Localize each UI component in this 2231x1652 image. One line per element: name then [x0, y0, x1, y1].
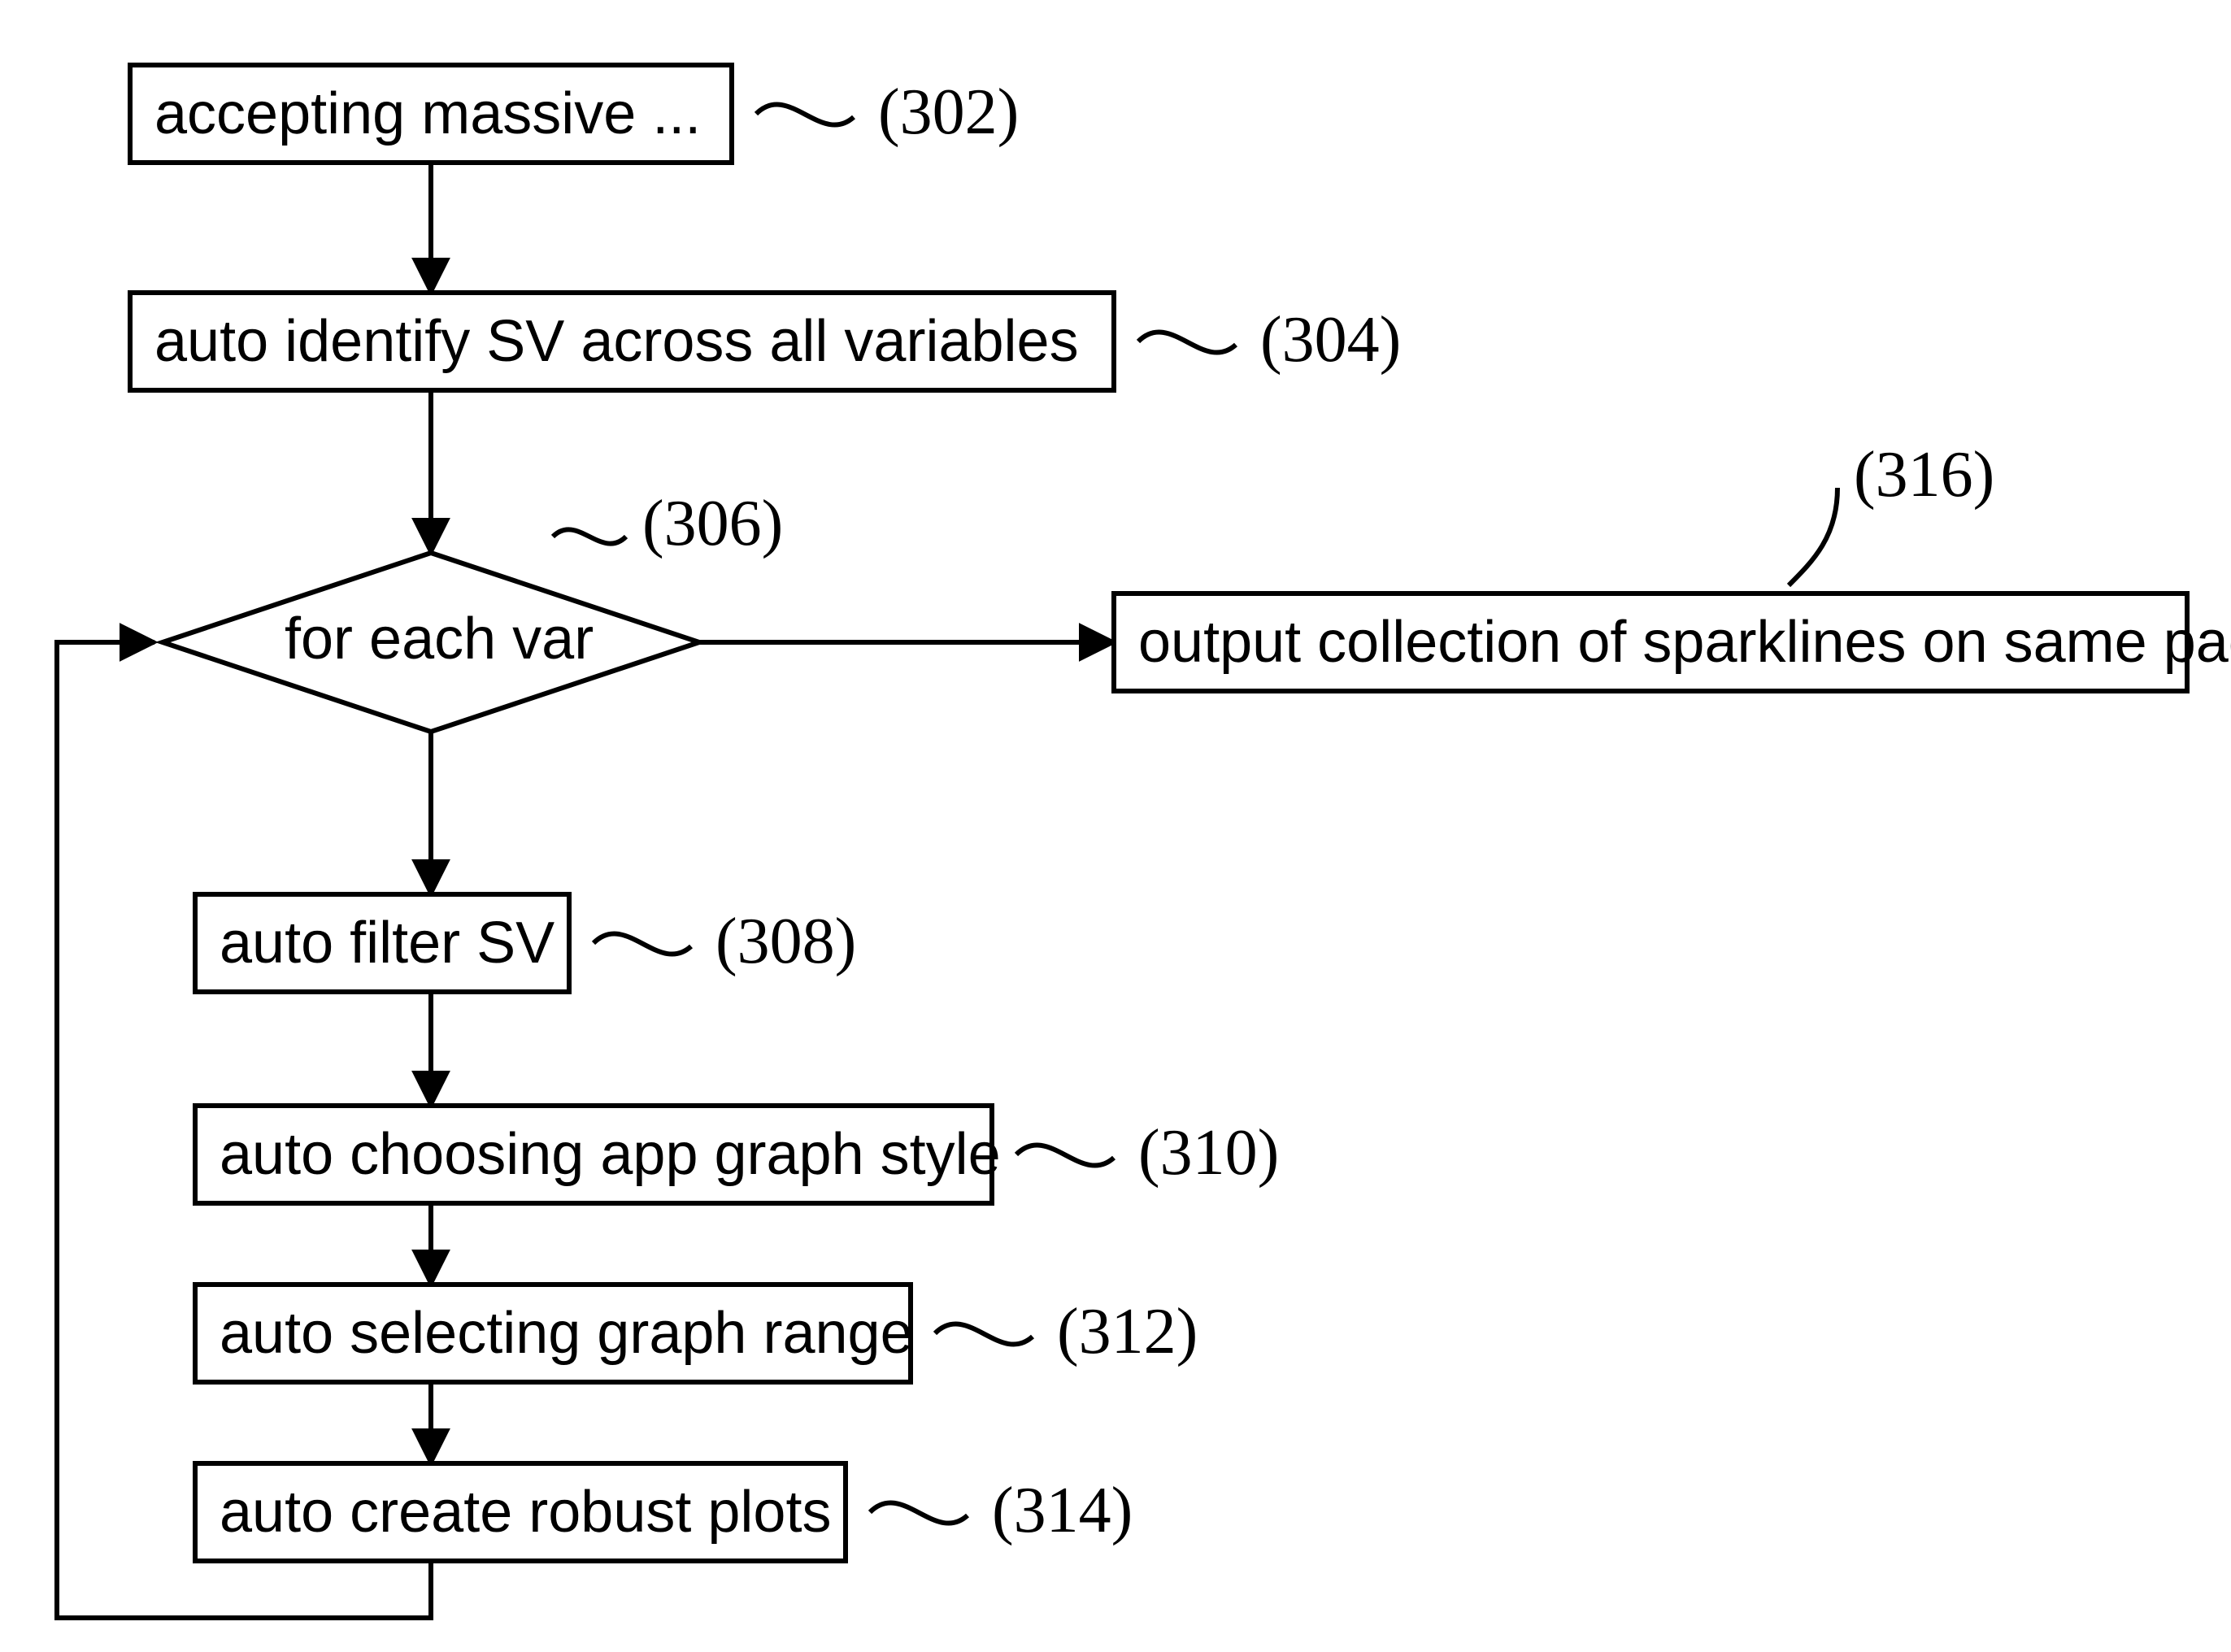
annot-302: (302) — [756, 76, 1019, 148]
annot-308: (308) — [594, 906, 856, 977]
node-308-label: auto filter SV — [220, 911, 554, 976]
node-for-each-var: for each var — [163, 553, 699, 732]
svg-text:(310): (310) — [1138, 1117, 1279, 1189]
node-310-label: auto choosing app graph style — [220, 1122, 1001, 1187]
node-302-label: accepting massive ... — [154, 81, 701, 146]
flowchart-canvas: accepting massive ... (302) auto identif… — [0, 0, 2231, 1652]
node-314-label: auto create robust plots — [220, 1480, 831, 1545]
node-316-label: output collection of sparklines on same … — [1138, 610, 2231, 675]
annot-316: (316) — [1789, 439, 1994, 585]
node-accepting-massive: accepting massive ... — [130, 65, 732, 163]
annot-306: (306) — [553, 488, 783, 559]
svg-text:(302): (302) — [878, 76, 1019, 148]
node-312-label: auto selecting graph range — [220, 1301, 913, 1366]
node-304-label: auto identify SV across all variables — [154, 309, 1079, 374]
annot-310: (310) — [1016, 1117, 1279, 1189]
annot-304: (304) — [1138, 304, 1401, 376]
node-auto-create-robust-plots: auto create robust plots — [195, 1463, 846, 1561]
svg-text:(308): (308) — [715, 906, 856, 977]
annot-314: (314) — [870, 1475, 1133, 1546]
node-auto-choosing-graph-style: auto choosing app graph style — [195, 1106, 1001, 1203]
node-auto-identify-sv: auto identify SV across all variables — [130, 293, 1114, 390]
node-306-label: for each var — [285, 606, 594, 672]
node-output-sparklines: output collection of sparklines on same … — [1114, 593, 2231, 691]
svg-text:(314): (314) — [992, 1475, 1133, 1546]
svg-text:(316): (316) — [1854, 439, 1994, 511]
node-auto-filter-sv: auto filter SV — [195, 894, 569, 992]
node-auto-selecting-graph-range: auto selecting graph range — [195, 1285, 913, 1382]
svg-text:(306): (306) — [642, 488, 783, 559]
svg-text:(312): (312) — [1057, 1296, 1198, 1367]
svg-text:(304): (304) — [1260, 304, 1401, 376]
annot-312: (312) — [935, 1296, 1198, 1367]
